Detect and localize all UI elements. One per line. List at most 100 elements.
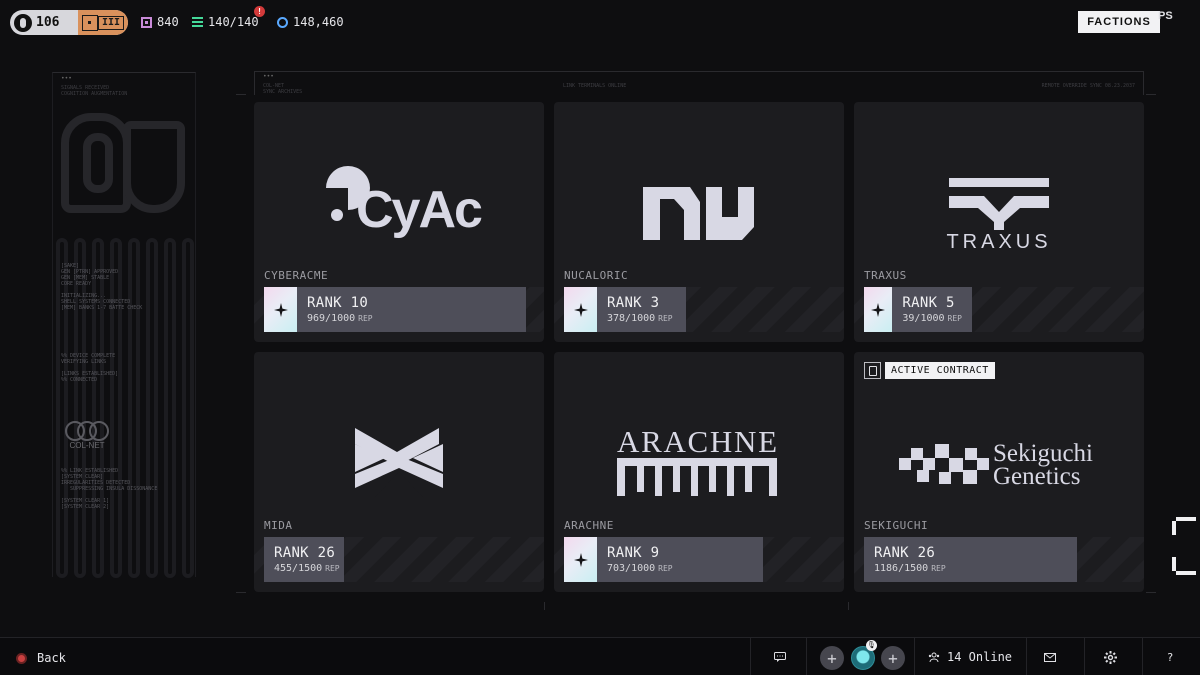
clipped-tab-label[interactable]: PS xyxy=(1158,10,1173,22)
mail-icon[interactable] xyxy=(1042,649,1058,665)
blue-credit-icon xyxy=(277,16,288,28)
player-level-pill[interactable]: 106 III xyxy=(10,10,128,35)
sekiguchi-logo-text-2: Genetics xyxy=(993,463,1080,490)
rank-star-icon xyxy=(264,287,297,332)
faction-name: NUCALORIC xyxy=(564,269,629,282)
frame-tick xyxy=(848,602,849,610)
rank-box: RANK 26 455/1500 REP xyxy=(264,537,344,582)
nucaloric-logo xyxy=(554,102,844,267)
bottom-divider xyxy=(750,638,751,675)
arachne-logo-text: ARACHNE xyxy=(617,424,777,459)
cyberacme-logo-icon: CyAc xyxy=(326,166,484,239)
cyberacme-logo-text: CyAc xyxy=(356,181,482,239)
factions-tab-button[interactable]: FACTIONS xyxy=(1078,11,1160,33)
alert-icon[interactable]: ! xyxy=(254,6,265,17)
player-level-value: 106 xyxy=(36,15,60,30)
back-label: Back xyxy=(37,651,66,665)
mida-logo xyxy=(254,352,544,517)
cyberacme-logo: CyAc xyxy=(254,102,544,267)
traxus-logo-icon: TRAXUS xyxy=(946,178,1051,253)
frame-tick xyxy=(1146,592,1156,593)
bottom-divider xyxy=(1084,638,1085,675)
bottom-divider xyxy=(914,638,915,675)
frame-tick xyxy=(236,592,246,593)
main-frame-center-text: LINK TERMINALS ONLINE xyxy=(563,83,627,89)
rep-unit: REP xyxy=(947,314,962,323)
side-panel-dots: ••• xyxy=(61,75,72,82)
frame-tick xyxy=(236,94,246,95)
rank-box: RANK 5 39/1000 REP xyxy=(864,287,972,332)
rank-star-icon xyxy=(564,287,597,332)
rank-star-icon xyxy=(564,537,597,582)
tier-numeral: III xyxy=(97,15,124,30)
chat-icon[interactable] xyxy=(772,649,788,665)
faction-name: SEKIGUCHI xyxy=(864,519,929,532)
faction-card-nucaloric[interactable]: NUCALORIC RANK 3 378/1000 REP xyxy=(554,102,844,342)
mida-logo-icon xyxy=(355,428,443,498)
faction-card-sekiguchi[interactable]: ACTIVE CONTRACT Sekiguchi Genetics SEKIG… xyxy=(854,352,1144,592)
col-net-label: COL-NET xyxy=(69,441,105,450)
rep-value-text: 455/1500 xyxy=(274,563,323,574)
rank-box: RANK 26 1186/1500 REP xyxy=(864,537,1077,582)
help-icon[interactable]: ? xyxy=(1162,649,1178,665)
currency-purple[interactable]: 840 xyxy=(141,15,179,29)
currency-green-value: 140/140 xyxy=(208,15,259,29)
faction-card-cyberacme[interactable]: CyAc CYBERACME RANK 10 969/1000 REP xyxy=(254,102,544,342)
rep-value: 1186/1500 REP xyxy=(874,562,946,576)
add-party-slot-button[interactable]: + xyxy=(820,646,844,670)
bottom-divider xyxy=(806,638,807,675)
rep-unit: REP xyxy=(658,564,673,573)
back-button[interactable]: Back xyxy=(16,651,66,665)
player-level: 106 xyxy=(10,10,78,35)
sekiguchi-logo: Sekiguchi Genetics xyxy=(854,352,1144,517)
traxus-logo: TRAXUS xyxy=(854,102,1144,267)
traxus-logo-text: TRAXUS xyxy=(946,231,1051,253)
add-party-slot-button[interactable]: + xyxy=(881,646,905,670)
currency-blue-value: 148,460 xyxy=(293,15,344,29)
col-net-rings-icon xyxy=(61,421,113,441)
gear-icon[interactable] xyxy=(1102,649,1118,665)
side-panel-log: [SAKE] GEN [PTRN] APPROVED GEN [MEM] STA… xyxy=(61,263,143,383)
online-count-button[interactable]: 14 Online xyxy=(928,650,1012,664)
rank-label: RANK 26 xyxy=(874,545,936,561)
top-bar: 106 III 840 140/140 ! 148,460 FACTIONS P… xyxy=(0,0,1200,46)
faction-name: CYBERACME xyxy=(264,269,329,282)
tier-square-icon xyxy=(81,14,98,31)
green-stack-icon xyxy=(192,16,203,28)
rep-value-text: 1186/1500 xyxy=(874,563,929,574)
rank-box: RANK 9 703/1000 REP xyxy=(564,537,763,582)
currency-green[interactable]: 140/140 xyxy=(192,15,259,29)
rank-box: RANK 3 378/1000 REP xyxy=(564,287,686,332)
nucaloric-logo-icon xyxy=(643,187,754,240)
rep-value-text: 39/1000 xyxy=(902,313,945,324)
side-panel-log-2: %% LINK ESTABLISHED [SYSTEM CLEAR] IRREG… xyxy=(61,468,158,510)
tier-badge: III xyxy=(77,10,128,35)
rank-label: RANK 26 xyxy=(274,545,336,561)
rep-value-text: 969/1000 xyxy=(307,313,356,324)
col-net-logo: COL-NET xyxy=(61,421,113,450)
friends-icon xyxy=(928,652,940,662)
rep-unit: REP xyxy=(358,314,373,323)
bottom-divider xyxy=(1142,638,1143,675)
side-panel-header: SIGNALS RECEIVED COGNITION AUGMENTATION xyxy=(61,85,128,97)
online-count-label: 14 Online xyxy=(947,650,1013,664)
faction-card-arachne[interactable]: ARACHNE ARACHNE RANK 9 703/1000 REP xyxy=(554,352,844,592)
currency-purple-value: 840 xyxy=(157,15,179,29)
main-frame-header: ••• COL-NET SYNC ARCHIVES LINK TERMINALS… xyxy=(254,71,1144,95)
rep-value: 378/1000 REP xyxy=(607,312,673,326)
arachne-logo-icon: ARACHNE xyxy=(617,424,777,496)
main-frame-dots: ••• xyxy=(263,73,274,80)
scroll-bracket-icon[interactable] xyxy=(1172,517,1200,575)
rank-label: RANK 5 xyxy=(902,295,955,311)
rank-label: RANK 9 xyxy=(607,545,660,561)
rank-star-icon xyxy=(864,287,893,332)
currency-blue[interactable]: 148,460 xyxy=(277,15,344,29)
bottom-divider xyxy=(1026,638,1027,675)
rep-value: 969/1000 REP xyxy=(307,312,373,326)
faction-card-traxus[interactable]: TRAXUS TRAXUS RANK 5 39/1000 REP xyxy=(854,102,1144,342)
main-frame-left-text: COL-NET SYNC ARCHIVES xyxy=(263,83,303,95)
faction-name: MIDA xyxy=(264,519,293,532)
faction-card-mida[interactable]: MIDA RANK 26 455/1500 REP xyxy=(254,352,544,592)
frame-tick xyxy=(1146,94,1156,95)
purple-chip-icon xyxy=(141,16,152,28)
